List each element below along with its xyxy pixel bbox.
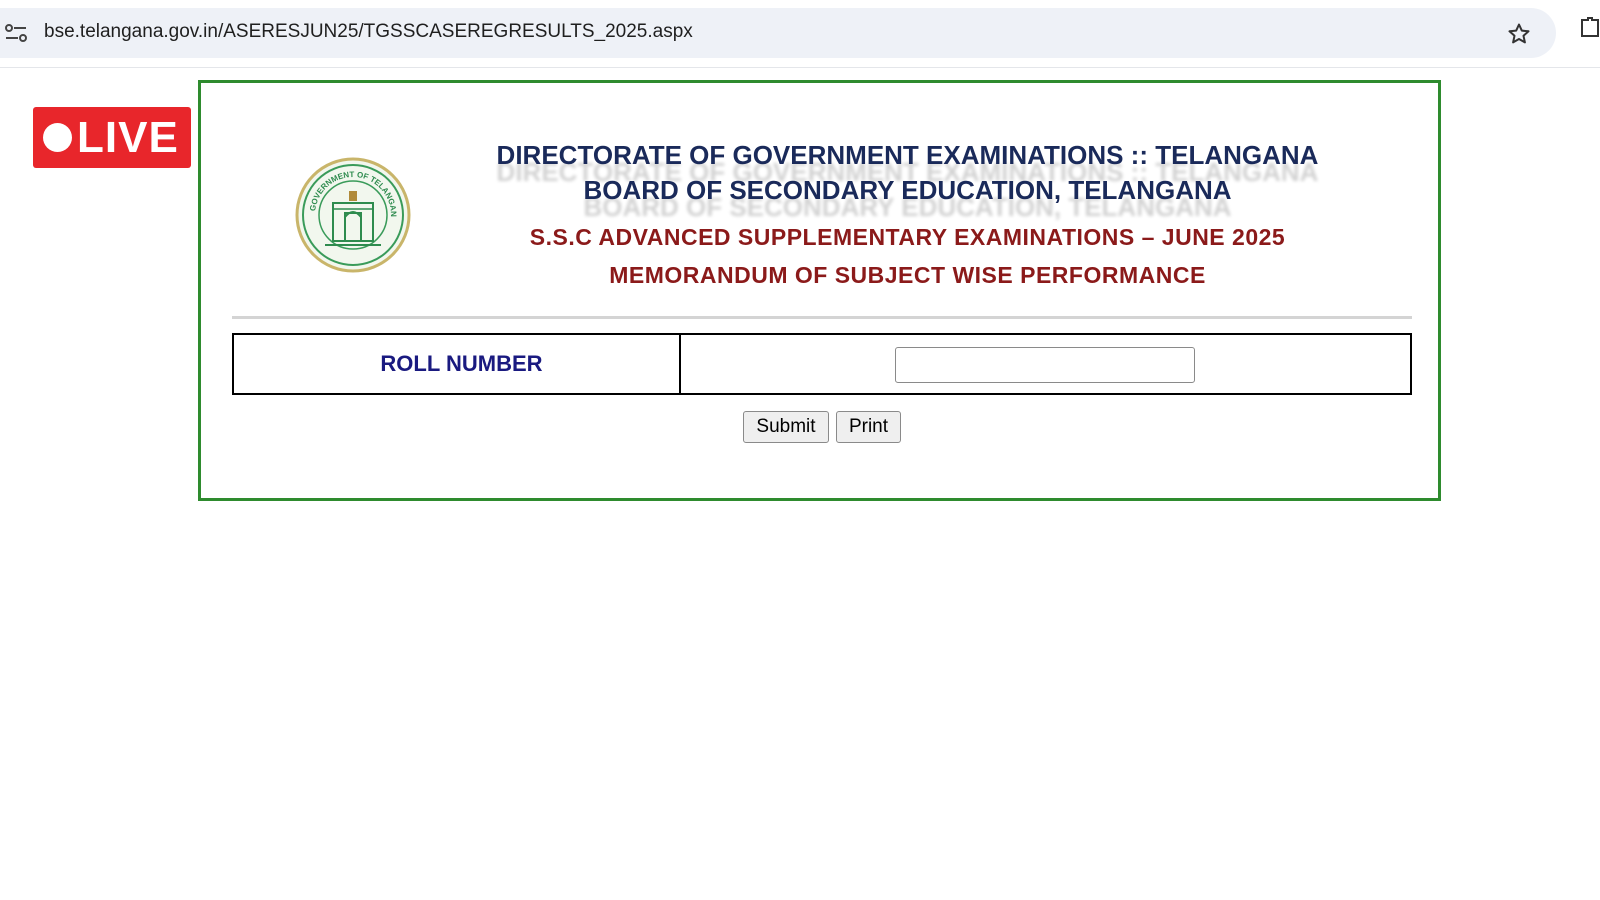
results-frame: GOVERNMENT OF TELANGANA DIRECTORATE OF G…: [198, 80, 1441, 501]
bookmark-star-icon[interactable]: [1507, 22, 1531, 46]
roll-input-cell: [681, 335, 1410, 393]
site-info-icon[interactable]: [4, 22, 28, 44]
live-dot-icon: [43, 123, 72, 152]
submit-button[interactable]: Submit: [743, 411, 829, 443]
live-label: LIVE: [77, 113, 179, 162]
roll-label-cell: ROLL NUMBER: [234, 335, 681, 393]
memorandum-title: MEMORANDUM OF SUBJECT WISE PERFORMANCE: [609, 262, 1206, 288]
live-badge: LIVE: [33, 107, 191, 168]
address-bar[interactable]: bse.telangana.gov.in/ASERESJUN25/TGSSCAS…: [0, 8, 1556, 58]
roll-number-table: ROLL NUMBER: [232, 333, 1412, 395]
extensions-icon[interactable]: [1578, 16, 1600, 38]
roll-number-input[interactable]: [895, 347, 1195, 383]
board-title: BOARD OF SECONDARY EDUCATION, TELANGANA: [583, 175, 1232, 205]
url-text[interactable]: bse.telangana.gov.in/ASERESJUN25/TGSSCAS…: [44, 21, 693, 43]
header-divider: [232, 316, 1412, 319]
roll-number-label: ROLL NUMBER: [380, 351, 543, 376]
exam-title: S.S.C ADVANCED SUPPLEMENTARY EXAMINATION…: [529, 224, 1286, 250]
print-button[interactable]: Print: [836, 411, 901, 443]
directorate-title: DIRECTORATE OF GOVERNMENT EXAMINATIONS :…: [496, 140, 1319, 170]
browser-toolbar: bse.telangana.gov.in/ASERESJUN25/TGSSCAS…: [0, 0, 1600, 68]
